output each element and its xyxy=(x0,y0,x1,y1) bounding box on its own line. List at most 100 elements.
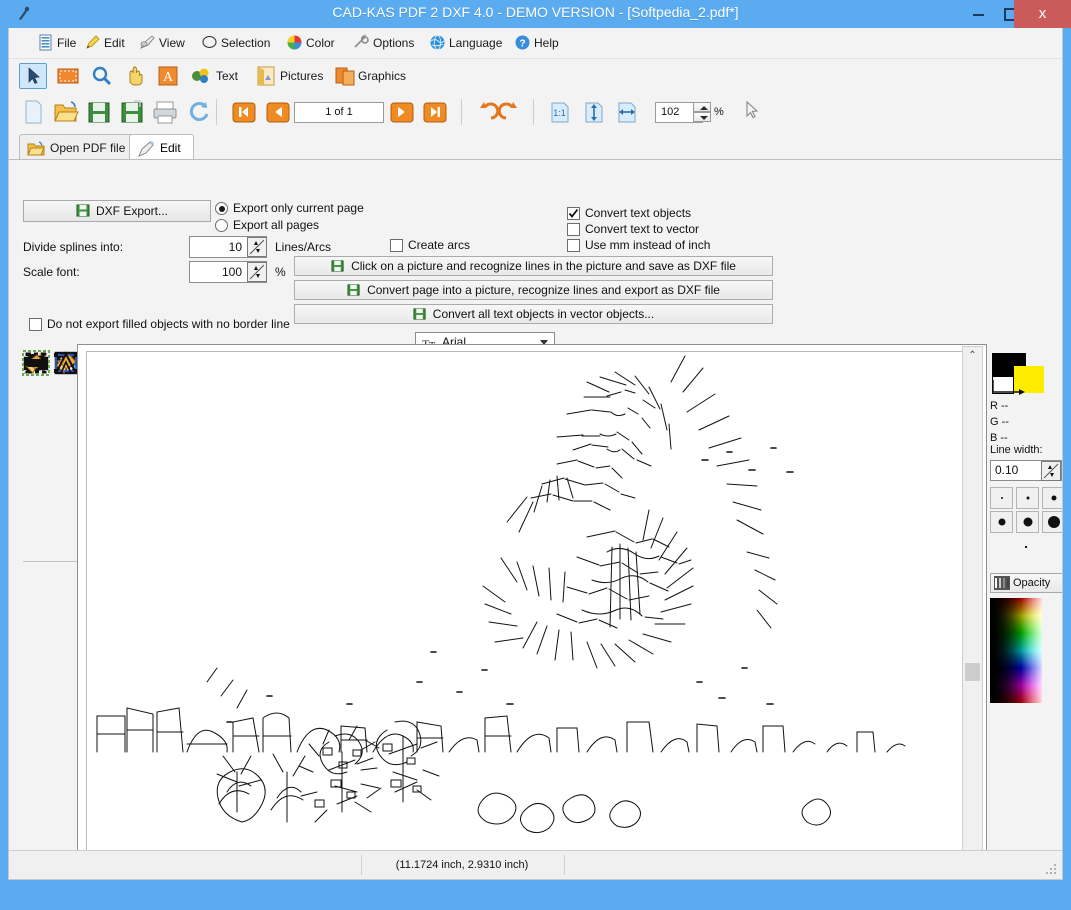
radio-export-current-page[interactable] xyxy=(215,202,228,215)
tab-strip: Open PDF file Edit xyxy=(9,130,1062,162)
pencil-icon xyxy=(84,34,101,51)
zoom-unit-label: % xyxy=(714,106,724,118)
line-width-preset-3[interactable] xyxy=(1042,487,1062,509)
line-width-preset-5[interactable] xyxy=(1016,511,1039,533)
text-tool-label: Text xyxy=(216,69,239,83)
fit-width-button[interactable] xyxy=(613,98,643,126)
pictures-tool[interactable] xyxy=(252,63,280,89)
scale-font-stepper[interactable] xyxy=(247,262,267,282)
status-bar: (11.1724 inch, 2.9310 inch) xyxy=(9,850,1062,879)
menu-color[interactable]: Color xyxy=(286,32,335,54)
dxf-export-button[interactable]: DXF Export... xyxy=(23,200,211,222)
checkbox-convert-text-to-vector[interactable] xyxy=(567,223,580,236)
new-file-button[interactable] xyxy=(19,98,49,126)
minimize-button[interactable] xyxy=(963,0,993,28)
lasso-icon xyxy=(201,34,218,51)
checkbox-use-mm[interactable] xyxy=(567,239,580,252)
save-as-button[interactable] xyxy=(118,98,148,126)
zoom-stepper-down[interactable] xyxy=(693,112,711,122)
open-file-button[interactable] xyxy=(52,98,82,126)
tab-edit[interactable]: Edit xyxy=(129,134,194,162)
tab-open-pdf-file[interactable]: Open PDF file xyxy=(19,134,139,162)
menu-selection[interactable]: Selection xyxy=(201,32,270,54)
opacity-icon xyxy=(994,576,1010,596)
prev-page-button[interactable] xyxy=(264,98,294,126)
refresh-button[interactable] xyxy=(185,98,215,126)
line-width-stepper[interactable] xyxy=(1041,461,1061,481)
title-bar: CAD-KAS PDF 2 DXF 4.0 - DEMO VERSION - [… xyxy=(0,0,1071,28)
line-width-preset-6[interactable] xyxy=(1042,511,1062,533)
text-tool[interactable] xyxy=(187,63,215,89)
checkbox-convert-text-objects[interactable] xyxy=(567,207,580,220)
scroll-up-icon[interactable]: ⌃ xyxy=(963,347,982,365)
zoom-stepper[interactable] xyxy=(693,102,711,123)
save-button[interactable] xyxy=(85,98,115,126)
file-icon xyxy=(37,34,54,51)
marquee-tool[interactable] xyxy=(54,63,82,89)
opacity-button[interactable]: Opacity xyxy=(990,573,1062,596)
recognize-lines-button[interactable]: Click on a picture and recognize lines i… xyxy=(294,256,773,276)
redo-button[interactable] xyxy=(497,98,528,126)
checkbox-create-arcs[interactable] xyxy=(390,239,403,252)
red-value: R -- xyxy=(990,400,1009,412)
radio-export-all-pages[interactable] xyxy=(215,219,228,232)
menu-view[interactable]: View xyxy=(139,32,185,54)
canvas-vertical-scrollbar[interactable]: ⌃ ⌄ xyxy=(962,346,983,876)
close-button[interactable]: x xyxy=(1014,0,1071,28)
svg-text:1:1: 1:1 xyxy=(553,108,566,118)
vertical-scroll-thumb[interactable] xyxy=(965,663,980,681)
palette-icon xyxy=(286,34,303,51)
svg-text:A: A xyxy=(163,70,174,85)
line-width-preset-1[interactable] xyxy=(990,487,1013,509)
scale-font-label: Scale font: xyxy=(23,265,80,279)
thick-line-tool[interactable] xyxy=(21,348,51,378)
graphics-tool-label: Graphics xyxy=(358,69,407,83)
menu-help[interactable]: ? Help xyxy=(514,32,559,54)
undo-button[interactable] xyxy=(471,98,501,126)
pictures-tool-label: Pictures xyxy=(280,69,324,83)
page-indicator[interactable]: 1 of 1 xyxy=(294,102,384,123)
pdf-page[interactable] xyxy=(86,351,964,871)
close-icon: x xyxy=(1038,5,1047,22)
swap-colors-icon[interactable] xyxy=(991,378,1027,396)
zoom-stepper-up[interactable] xyxy=(693,102,711,112)
menu-selection-label: Selection xyxy=(221,36,271,50)
pointer-tool[interactable] xyxy=(19,63,47,89)
menu-options[interactable]: Options xyxy=(353,32,414,54)
menu-file[interactable]: File xyxy=(37,32,76,54)
fit-height-button[interactable] xyxy=(580,98,610,126)
convert-text-to-vector-objects-button[interactable]: Convert all text objects in vector objec… xyxy=(294,304,773,324)
resize-grip[interactable] xyxy=(1046,864,1058,876)
first-page-button[interactable] xyxy=(230,98,260,126)
select-cursor-button[interactable] xyxy=(738,98,768,126)
wrench-icon xyxy=(353,34,370,51)
zoom-1-1-button[interactable]: 1:1 xyxy=(546,98,576,126)
hand-tool[interactable] xyxy=(121,63,149,89)
convert-text-vector-label: Convert all text objects in vector objec… xyxy=(432,307,655,321)
drawing-toolbox xyxy=(19,348,81,683)
menu-edit[interactable]: Edit xyxy=(84,32,125,54)
convert-page-to-picture-button[interactable]: Convert page into a picture, recognize l… xyxy=(294,280,773,300)
next-page-button[interactable] xyxy=(388,98,418,126)
menu-language[interactable]: Language xyxy=(429,32,502,54)
letter-tool[interactable]: A xyxy=(154,63,182,89)
line-width-preset-2[interactable] xyxy=(1016,487,1039,509)
radio-export-all-pages-label: Export all pages xyxy=(233,218,320,232)
dxf-export-panel: DXF Export... Export only current page E… xyxy=(9,160,1062,353)
graphics-tool[interactable] xyxy=(331,63,359,89)
menu-view-label: View xyxy=(159,36,185,50)
divide-splines-stepper[interactable] xyxy=(247,237,267,257)
color-picker-gradient[interactable] xyxy=(990,598,1042,703)
dxf-export-label: DXF Export... xyxy=(96,204,169,218)
print-button[interactable] xyxy=(151,98,181,126)
last-page-button[interactable] xyxy=(421,98,451,126)
checkbox-use-mm-label: Use mm instead of inch xyxy=(585,238,711,252)
zoom-tool[interactable] xyxy=(88,63,116,89)
pen-icon xyxy=(137,140,155,158)
checkbox-no-border-line[interactable] xyxy=(29,318,42,331)
line-width-preset-4[interactable] xyxy=(990,511,1013,533)
status-coordinates: (11.1724 inch, 2.9310 inch) xyxy=(395,859,529,871)
document-canvas[interactable] xyxy=(77,344,987,879)
help-icon: ? xyxy=(514,34,531,51)
menu-language-label: Language xyxy=(449,36,503,50)
